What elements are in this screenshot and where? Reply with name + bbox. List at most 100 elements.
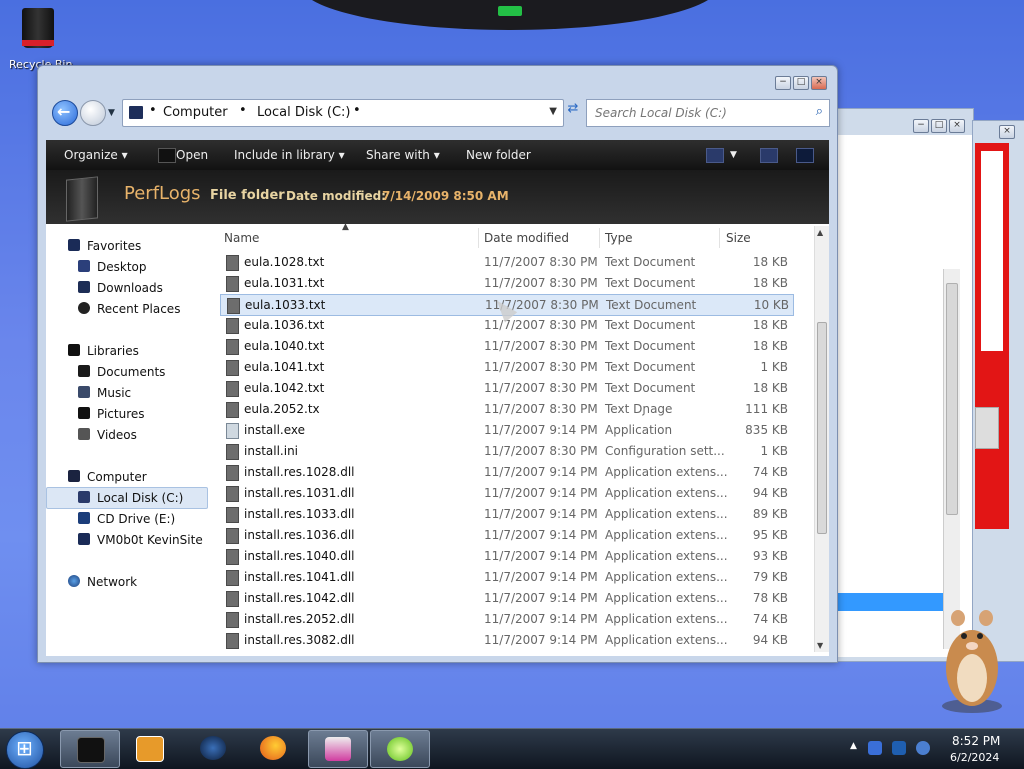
history-dropdown-icon[interactable]: ▼	[108, 108, 115, 118]
breadcrumb-separator[interactable]: •	[239, 103, 247, 118]
file-type: Text Document	[605, 381, 696, 395]
close-button[interactable]: ×	[811, 76, 827, 90]
network-tray-icon[interactable]	[892, 741, 906, 755]
breadcrumb-separator[interactable]: •	[149, 103, 157, 118]
search-icon[interactable]: ⌕	[816, 104, 823, 119]
file-row[interactable]: install.ini 11/7/2007 8:30 PM Configuratio…	[220, 441, 792, 461]
taskbar-globe-button[interactable]	[184, 730, 242, 766]
file-size: 1 KB	[760, 444, 788, 458]
file-type: Application extens...	[605, 633, 728, 647]
column-date-modified[interactable]: Date modified	[484, 231, 569, 245]
bg2-close-button[interactable]: ×	[999, 125, 1015, 139]
refresh-icon[interactable]: ⇄	[564, 101, 582, 119]
taskbar-paint-button[interactable]	[308, 730, 368, 768]
background-window[interactable]: − □ ×	[832, 108, 974, 662]
nav-libraries[interactable]: Libraries	[46, 341, 206, 361]
file-row[interactable]: eula.1031.txt 11/7/2007 8:30 PM Text Docum…	[220, 273, 792, 293]
clock-date[interactable]: 6/2/2024	[950, 751, 999, 764]
breadcrumb-separator[interactable]: •	[353, 103, 361, 118]
nav-computer[interactable]: Computer	[46, 467, 206, 487]
scroll-down-arrow[interactable]: ▼	[817, 641, 823, 650]
share-with-button[interactable]: Share with ▾	[366, 148, 440, 162]
file-row[interactable]: eula.1028.txt 11/7/2007 8:30 PM Text Docum…	[220, 252, 792, 272]
nav-cd-drive[interactable]: CD Drive (E:)	[46, 509, 206, 529]
help-icon[interactable]	[796, 148, 814, 163]
nav-pictures[interactable]: Pictures	[46, 404, 206, 424]
nav-recent-places[interactable]: Recent Places	[46, 299, 206, 319]
scroll-thumb[interactable]	[817, 322, 827, 534]
taskbar-firefox-button[interactable]	[244, 730, 302, 766]
file-row[interactable]: install.res.2052.dll 11/7/2007 9:14 PM App…	[220, 609, 792, 629]
volume-icon[interactable]	[916, 741, 930, 755]
nav-network-drive[interactable]: VM0b0t KevinSite	[46, 530, 206, 550]
file-row[interactable]: install.res.1041.dll 11/7/2007 9:14 PM App…	[220, 567, 792, 587]
show-hidden-icons[interactable]: ▲	[850, 741, 864, 755]
address-dropdown-icon[interactable]: ▼	[549, 106, 557, 117]
paint-icon	[325, 737, 351, 761]
search-input[interactable]	[593, 104, 797, 122]
downloads-icon	[78, 281, 90, 293]
nav-music[interactable]: Music	[46, 383, 206, 403]
file-row[interactable]: eula.2052.tx 11/7/2007 8:30 PM Text Dɲage 1…	[220, 399, 792, 419]
back-button[interactable]	[52, 100, 78, 126]
file-name: eula.1031.txt	[244, 276, 325, 290]
open-button[interactable]: Open	[176, 148, 208, 162]
maximize-button[interactable]: □	[793, 76, 809, 90]
file-row[interactable]: install.res.1033.dll 11/7/2007 9:14 PM App…	[220, 504, 792, 524]
preview-pane-icon[interactable]	[760, 148, 778, 163]
bg-minimize-button[interactable]: −	[913, 119, 929, 133]
organize-button[interactable]: Organize ▾	[64, 148, 128, 162]
taskbar-green-app-button[interactable]	[370, 730, 430, 768]
file-date: 11/7/2007 9:14 PM	[484, 591, 598, 605]
breadcrumb-local-disk[interactable]: Local Disk (C:)	[257, 105, 350, 120]
file-row[interactable]: install.res.1040.dll 11/7/2007 9:14 PM App…	[220, 546, 792, 566]
column-name[interactable]: Name	[224, 231, 259, 245]
file-type: Application extens...	[605, 465, 728, 479]
nav-network[interactable]: Network	[46, 572, 206, 592]
breadcrumb-computer[interactable]: Computer	[163, 105, 228, 120]
file-row[interactable]: eula.1040.txt 11/7/2007 8:30 PM Text Docum…	[220, 336, 792, 356]
clock-time[interactable]: 8:52 PM	[952, 734, 1000, 748]
bg-maximize-button[interactable]: □	[931, 119, 947, 133]
file-icon	[226, 255, 239, 271]
address-bar[interactable]: • Computer • Local Disk (C:) • ▼	[122, 99, 564, 127]
file-row[interactable]: eula.1041.txt 11/7/2007 8:30 PM Text Docum…	[220, 357, 792, 377]
bg-close-button[interactable]: ×	[949, 119, 965, 133]
new-folder-button[interactable]: New folder	[466, 148, 531, 162]
recycle-bin-icon[interactable]	[18, 6, 58, 52]
start-button[interactable]	[6, 731, 44, 769]
explorer-window[interactable]: − □ × ▼ • Computer • Local Disk (C:) • ▼…	[37, 65, 838, 663]
file-list-scrollbar[interactable]: ▲ ▼	[814, 226, 829, 652]
column-type[interactable]: Type	[605, 231, 633, 245]
taskbar-media-player-button[interactable]	[120, 730, 178, 766]
nav-favorites[interactable]: Favorites	[46, 236, 206, 256]
column-size[interactable]: Size	[726, 231, 751, 245]
forward-button[interactable]	[80, 100, 106, 126]
views-icon[interactable]	[706, 148, 724, 163]
search-box[interactable]: ⌕	[586, 99, 830, 127]
nav-desktop[interactable]: Desktop	[46, 257, 206, 277]
nav-downloads[interactable]: Downloads	[46, 278, 206, 298]
nav-documents[interactable]: Documents	[46, 362, 206, 382]
file-icon	[226, 570, 239, 586]
shield-icon[interactable]	[868, 741, 882, 755]
file-date: 11/7/2007 8:30 PM	[484, 318, 598, 332]
file-name: eula.1042.txt	[244, 381, 325, 395]
date-modified-value: 7/14/2009 8:50 AM	[382, 189, 509, 203]
file-date: 11/7/2007 9:14 PM	[484, 528, 598, 542]
file-row[interactable]: eula.1042.txt 11/7/2007 8:30 PM Text Docum…	[220, 378, 792, 398]
file-row[interactable]: install.res.3082.dll 11/7/2007 9:14 PM App…	[220, 630, 792, 650]
file-row[interactable]: install.exe 11/7/2007 9:14 PM Application 8…	[220, 420, 792, 440]
file-row[interactable]: install.res.1042.dll 11/7/2007 9:14 PM App…	[220, 588, 792, 608]
file-row[interactable]: install.res.1031.dll 11/7/2007 9:14 PM App…	[220, 483, 792, 503]
nav-videos[interactable]: Videos	[46, 425, 206, 445]
scroll-up-arrow[interactable]: ▲	[817, 228, 823, 237]
nav-local-disk[interactable]: Local Disk (C:)	[46, 487, 208, 509]
taskbar-explorer-button[interactable]	[60, 730, 120, 768]
background-window-2[interactable]: ×	[972, 120, 1024, 662]
file-row[interactable]: install.res.1036.dll 11/7/2007 9:14 PM App…	[220, 525, 792, 545]
file-row[interactable]: install.res.1028.dll 11/7/2007 9:14 PM App…	[220, 462, 792, 482]
minimize-button[interactable]: −	[775, 76, 791, 90]
include-in-library-button[interactable]: Include in library ▾	[234, 148, 345, 162]
views-dropdown-icon[interactable]: ▼	[730, 150, 737, 160]
